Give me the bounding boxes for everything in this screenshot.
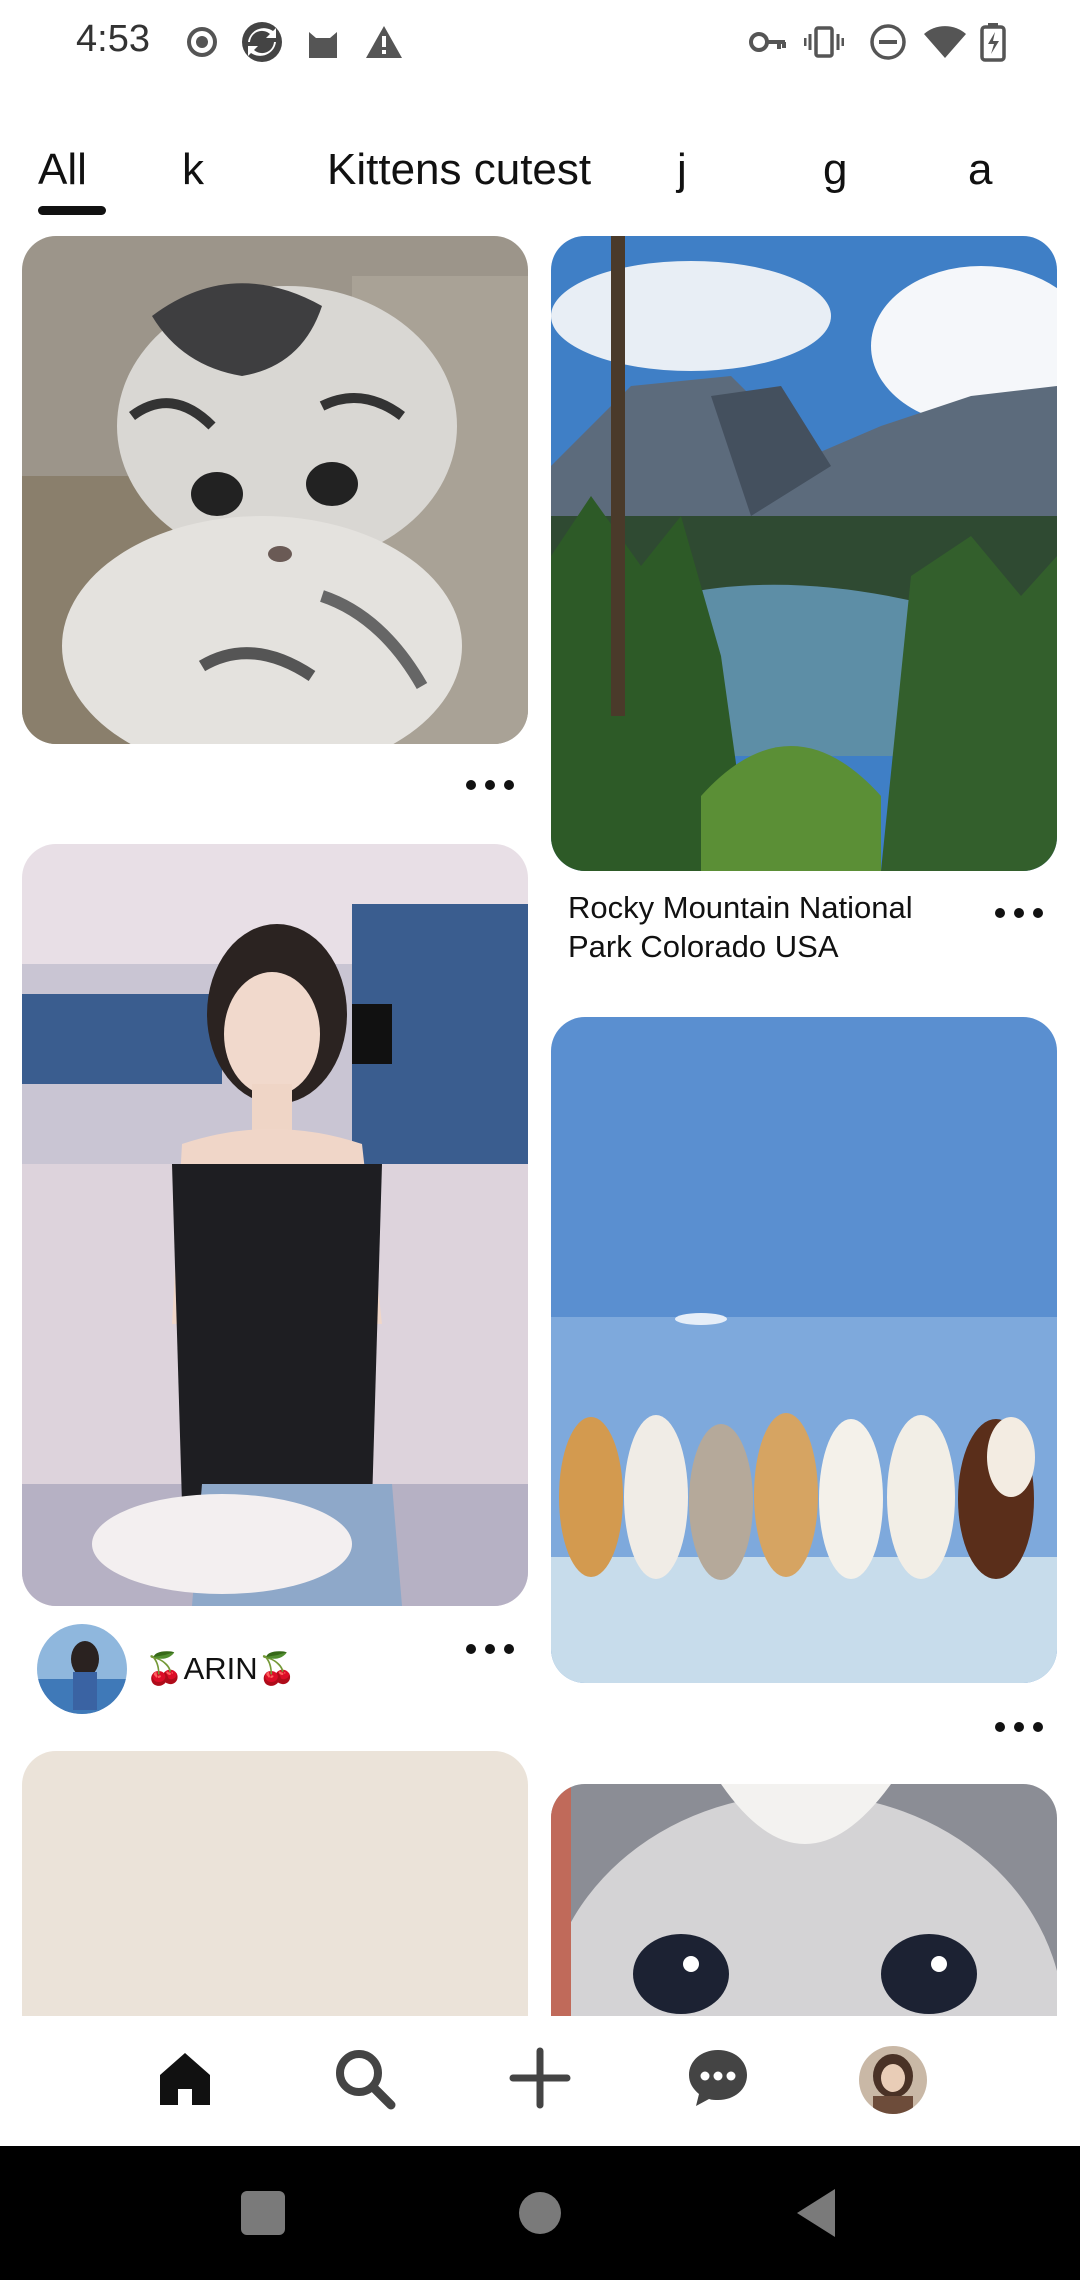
- cat-app-icon: [303, 22, 343, 62]
- pin-image-beige[interactable]: [22, 1751, 528, 2016]
- tab-j[interactable]: j: [677, 138, 687, 208]
- warning-icon: [364, 22, 404, 62]
- tab-a[interactable]: a: [968, 138, 992, 208]
- pin-image-cat-closeup[interactable]: [551, 1784, 1057, 2016]
- battery-charging-icon: [978, 22, 1008, 62]
- more-horizontal-icon: [995, 1722, 1005, 1732]
- key-icon: [748, 22, 788, 62]
- wifi-icon: [922, 22, 968, 62]
- board-tabs: All k Kittens cutest j g a: [0, 138, 1080, 218]
- tab-g[interactable]: g: [823, 138, 847, 208]
- pin-more-button[interactable]: [989, 898, 1049, 928]
- tab-k[interactable]: k: [182, 138, 204, 208]
- home-icon[interactable]: [145, 2038, 225, 2118]
- add-icon[interactable]: [500, 2038, 580, 2118]
- system-navigation-bar: [0, 2146, 1080, 2280]
- pin-image-cats-on-wall[interactable]: [551, 1017, 1057, 1683]
- pin-feed[interactable]: Rocky Mountain National Park Colorado US…: [0, 236, 1080, 2016]
- pin-title-line2: Park Colorado USA: [568, 929, 839, 964]
- home-circle-icon[interactable]: [510, 2183, 570, 2243]
- profile-avatar[interactable]: [859, 2046, 927, 2114]
- pin-image-kitten[interactable]: [22, 236, 528, 744]
- tab-all[interactable]: All: [38, 138, 87, 208]
- recents-square-icon[interactable]: [233, 2183, 293, 2243]
- pin-author-name[interactable]: 🍒ARIN🍒: [145, 1649, 296, 1689]
- tab-selected-indicator: [38, 206, 106, 215]
- messages-icon[interactable]: [678, 2038, 758, 2118]
- bottom-nav: [0, 2016, 1080, 2146]
- pin-more-button[interactable]: [460, 770, 520, 800]
- pin-more-button[interactable]: [460, 1634, 520, 1664]
- screen: 4:53 All k Kittens cutest j g a Rocky Mo…: [0, 0, 1080, 2280]
- sync-app-icon: [240, 20, 284, 64]
- tab-kittens-cutest[interactable]: Kittens cutest: [327, 138, 591, 208]
- record-icon: [182, 22, 222, 62]
- status-bar: 4:53: [0, 0, 1080, 90]
- more-horizontal-icon: [466, 780, 476, 790]
- pin-more-button[interactable]: [989, 1712, 1049, 1742]
- pin-image-woman-skateboard[interactable]: [22, 844, 528, 1606]
- do-not-disturb-icon: [868, 22, 908, 62]
- search-icon[interactable]: [324, 2038, 404, 2118]
- back-triangle-icon[interactable]: [787, 2183, 847, 2243]
- more-horizontal-icon: [466, 1644, 476, 1654]
- pin-title-line1: Rocky Mountain National: [568, 890, 913, 925]
- more-horizontal-icon: [995, 908, 1005, 918]
- author-avatar[interactable]: [37, 1624, 127, 1714]
- pin-image-rocky-mountain[interactable]: [551, 236, 1057, 871]
- vibrate-icon: [803, 22, 845, 62]
- status-time: 4:53: [76, 18, 150, 60]
